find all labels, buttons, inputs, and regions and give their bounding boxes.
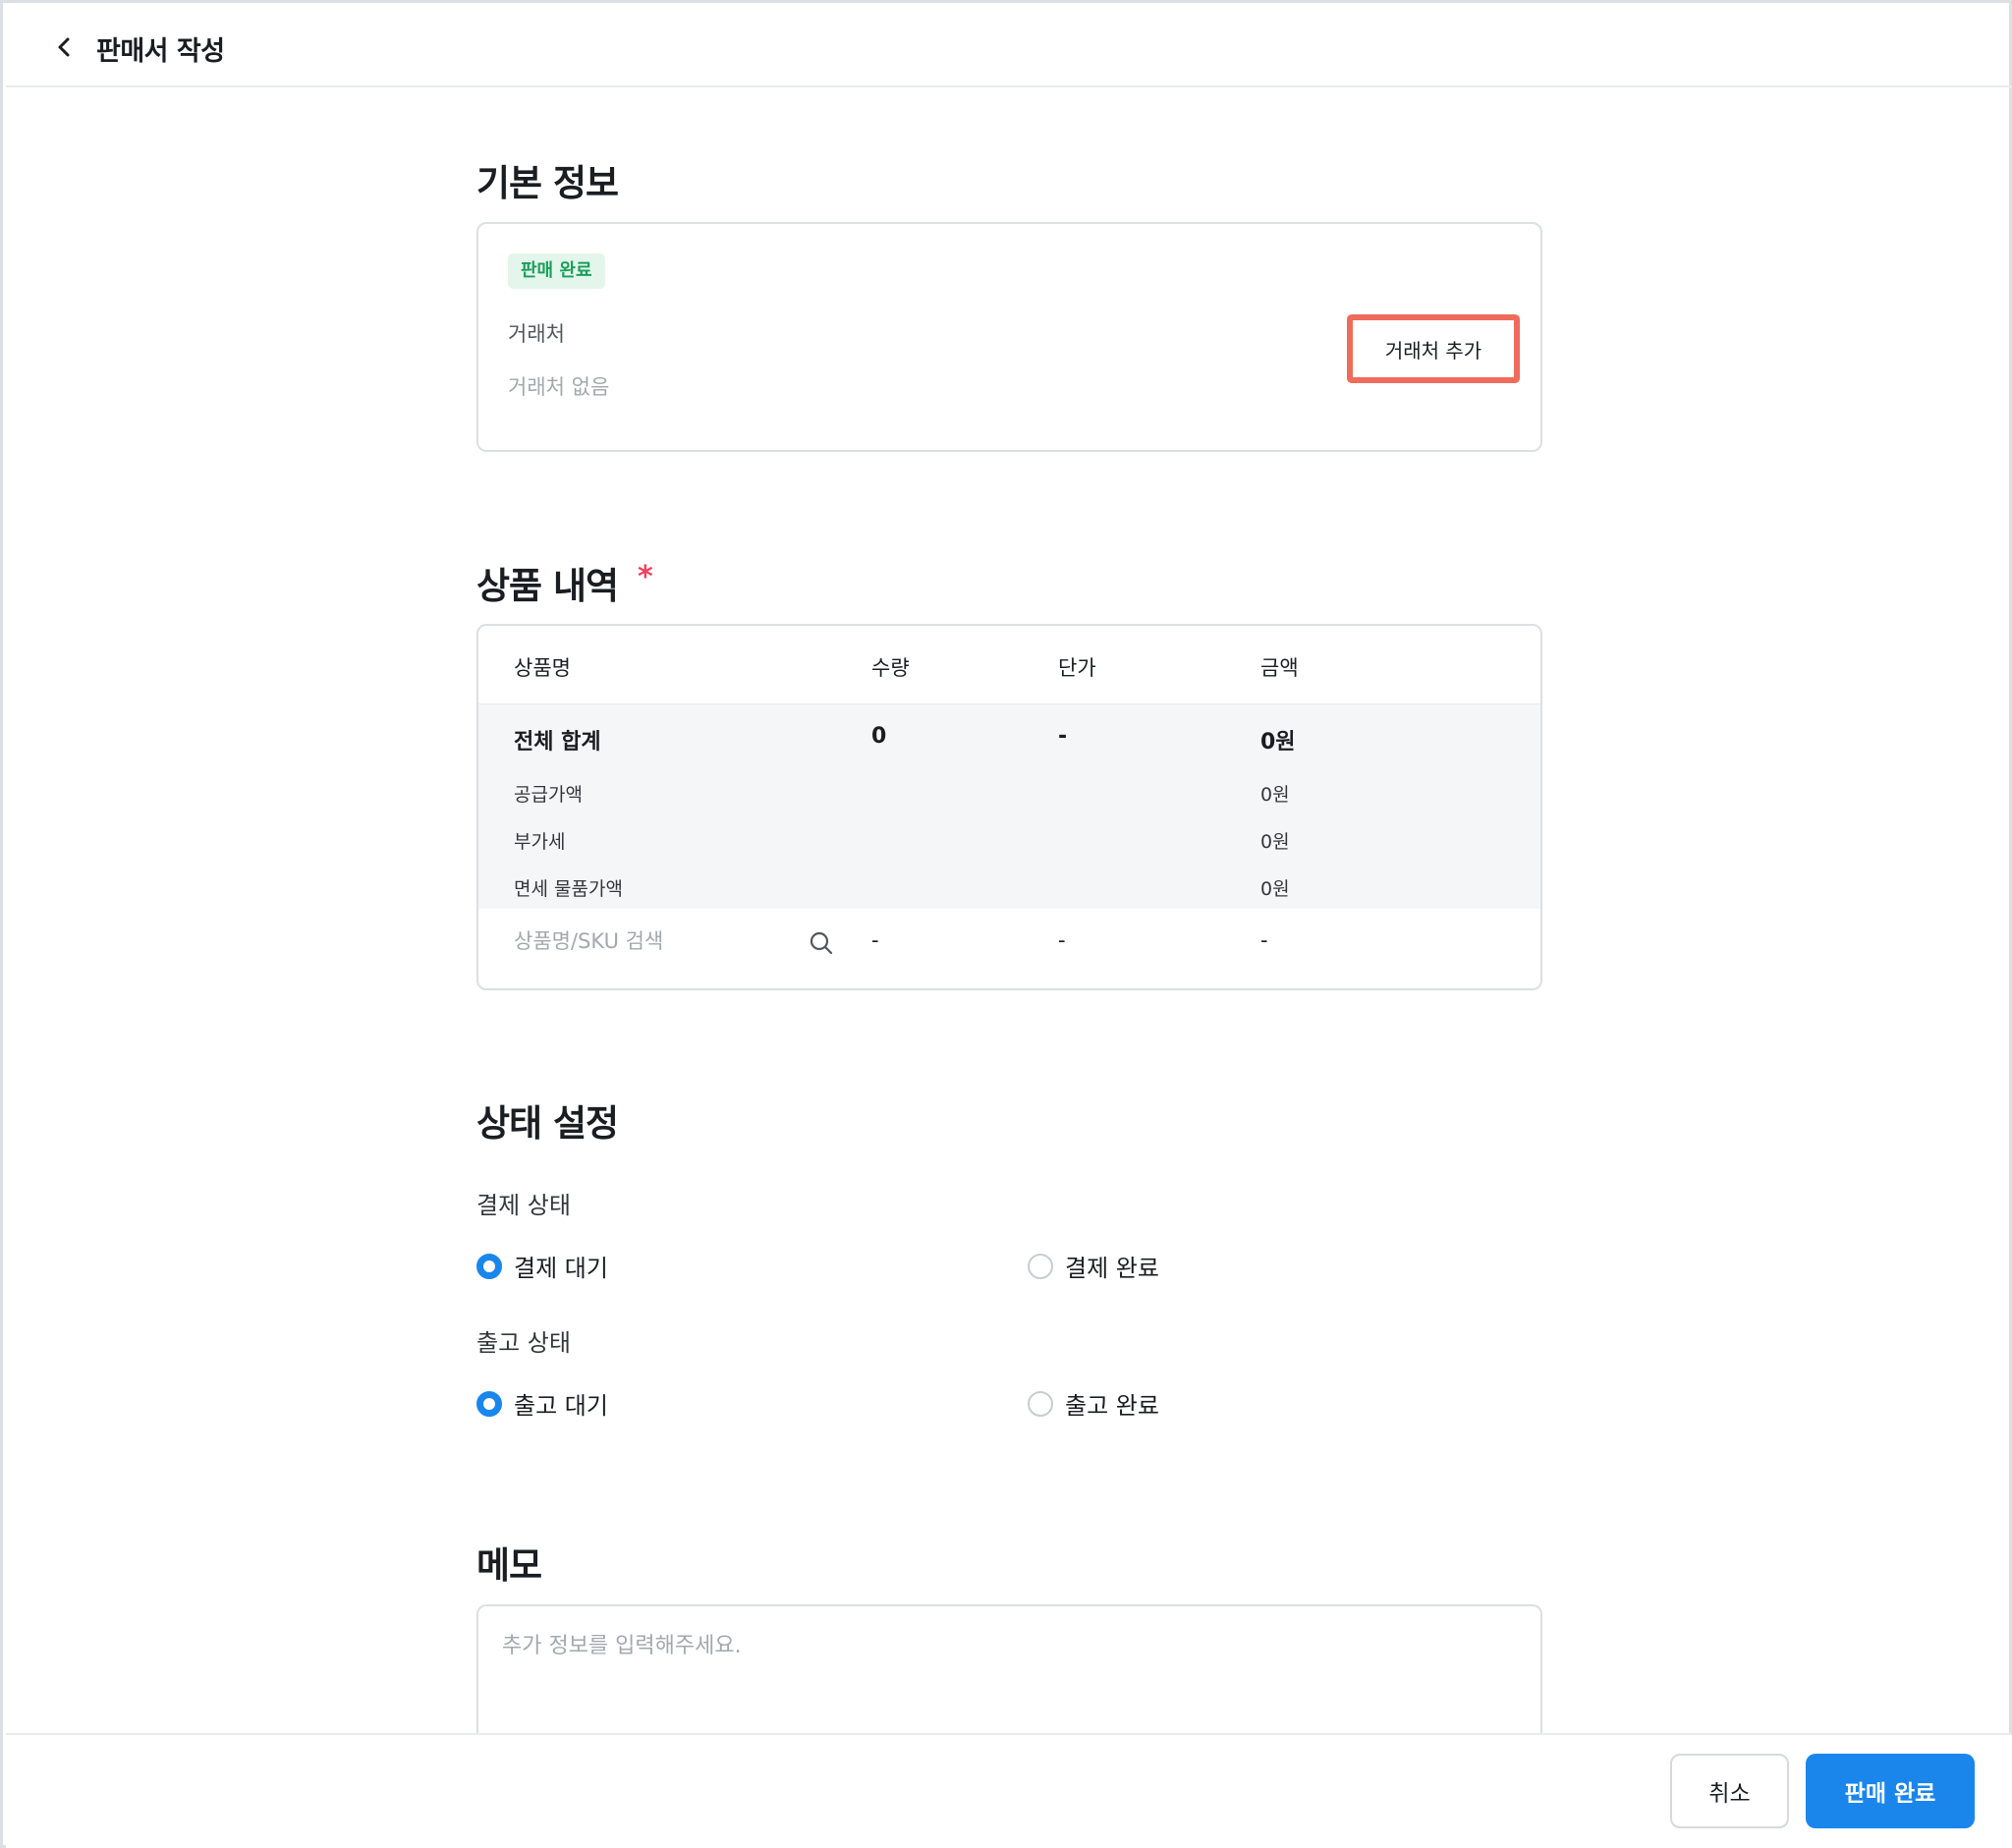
radio-shipping-complete[interactable]: 출고 완료 — [1028, 1386, 1159, 1421]
radio-unchecked-icon — [1028, 1390, 1053, 1417]
total-amount: 0원 — [1260, 730, 1296, 755]
product-search-input[interactable] — [514, 922, 818, 961]
table-header: 상품명 수량 단가 금액 — [478, 626, 1540, 704]
page-title: 판매서 작성 — [96, 36, 225, 67]
column-header-amount: 금액 — [1260, 656, 1299, 680]
basic-info-title: 기본 정보 — [476, 162, 619, 204]
table-summary: 전체 합계 0 - 0원 공급가액 0원 부가세 0원 면세 물품가액 0원 — [478, 704, 1540, 909]
radio-checked-icon — [476, 1390, 502, 1417]
shipping-status-label: 출고 상태 — [476, 1329, 571, 1357]
radio-payment-complete[interactable]: 결제 완료 — [1028, 1249, 1159, 1283]
column-header-qty: 수량 — [871, 656, 910, 680]
input-row-qty: - — [871, 928, 879, 952]
cancel-button[interactable]: 취소 — [1670, 1754, 1789, 1828]
radio-label: 출고 대기 — [514, 1392, 608, 1420]
column-header-price: 단가 — [1058, 656, 1096, 680]
column-header-name: 상품명 — [514, 656, 571, 680]
radio-unchecked-icon — [1028, 1253, 1053, 1279]
required-mark: * — [638, 560, 653, 594]
complete-sale-button[interactable]: 판매 완료 — [1806, 1754, 1975, 1828]
products-table: 상품명 수량 단가 금액 전체 합계 0 - 0원 공급가액 0원 부가세 0원… — [476, 624, 1542, 990]
radio-label: 결제 대기 — [514, 1255, 608, 1282]
vendor-empty-text: 거래처 없음 — [508, 375, 610, 399]
radio-label: 결제 완료 — [1065, 1255, 1159, 1282]
total-label: 전체 합계 — [514, 730, 601, 755]
search-icon[interactable] — [809, 930, 834, 956]
radio-label: 출고 완료 — [1065, 1392, 1159, 1420]
vendor-label: 거래처 — [508, 322, 565, 346]
add-vendor-button[interactable]: 거래처 추가 — [1350, 317, 1517, 380]
total-price: - — [1058, 724, 1068, 749]
chevron-left-icon — [58, 37, 70, 57]
radio-checked-icon — [476, 1253, 502, 1279]
vat-label: 부가세 — [514, 831, 566, 853]
memo-title: 메모 — [476, 1544, 542, 1587]
tax-free-label: 면세 물품가액 — [514, 878, 623, 900]
payment-status-label: 결제 상태 — [476, 1192, 571, 1219]
app-window: 판매서 작성 기본 정보 판매 완료 거래처 거래처 없음 거래처 추가 상품 … — [0, 0, 2012, 1848]
back-button[interactable] — [51, 33, 79, 61]
products-title-text: 상품 내역 — [476, 565, 619, 607]
radio-payment-pending[interactable]: 결제 대기 — [476, 1249, 608, 1283]
vat-value: 0원 — [1260, 831, 1290, 853]
input-row-price: - — [1058, 928, 1066, 952]
input-row-amount: - — [1260, 928, 1268, 952]
footer-bar: 취소 판매 완료 — [6, 1733, 2012, 1848]
tax-free-value: 0원 — [1260, 878, 1290, 900]
supply-amount-label: 공급가액 — [514, 784, 583, 806]
supply-amount-value: 0원 — [1260, 784, 1290, 806]
basic-info-card: 판매 완료 거래처 거래처 없음 거래처 추가 — [476, 222, 1542, 452]
memo-textarea[interactable] — [476, 1604, 1542, 1742]
status-badge: 판매 완료 — [508, 253, 605, 289]
radio-shipping-pending[interactable]: 출고 대기 — [476, 1386, 608, 1421]
total-qty: 0 — [871, 724, 887, 749]
page-header: 판매서 작성 — [6, 6, 2012, 87]
status-title: 상태 설정 — [476, 1102, 619, 1145]
products-title: 상품 내역 * — [476, 556, 653, 609]
